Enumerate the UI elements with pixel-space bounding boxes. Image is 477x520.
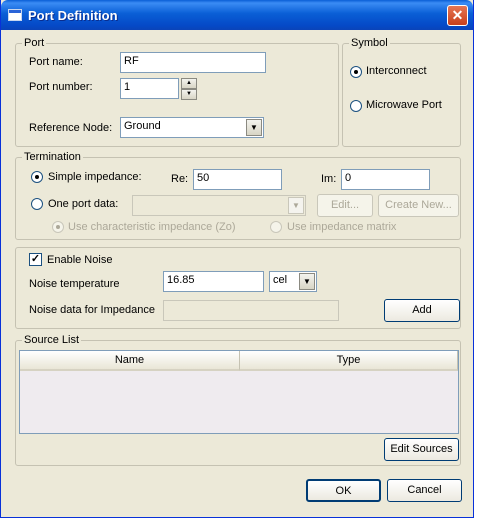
port-definition-dialog: Port Definition ✕ Port Port name: RF Por… [0,0,474,518]
window-icon [8,9,22,21]
close-button[interactable]: ✕ [447,5,468,26]
enable-noise-checkbox[interactable]: ✓ [29,253,42,266]
one-port-data-label[interactable]: One port data: [48,198,118,210]
column-header-name[interactable]: Name [20,351,240,371]
chevron-down-icon[interactable]: ▼ [246,119,262,136]
port-number-spin-up[interactable]: ▲ [181,78,197,89]
noise-temperature-label: Noise temperature [29,278,120,290]
symbol-group-legend: Symbol [349,37,390,49]
port-number-input[interactable]: 1 [120,78,179,99]
source-list-legend: Source List [22,334,82,346]
one-port-data-select[interactable]: ▼ [132,195,306,216]
noise-temperature-input[interactable]: 16.85 [163,271,264,292]
source-list-table[interactable]: Name Type [19,350,459,434]
chevron-down-icon[interactable]: ▼ [288,197,304,214]
noise-unit-select[interactable]: cel ▼ [269,271,317,292]
re-input[interactable]: 50 [193,169,282,190]
column-header-type[interactable]: Type [240,351,458,371]
port-name-input[interactable]: RF [120,52,266,73]
use-characteristic-impedance-label[interactable]: Use characteristic impedance (Zo) [68,221,236,233]
window-title: Port Definition [28,8,118,23]
cancel-button[interactable]: Cancel [387,479,462,502]
termination-group-legend: Termination [22,151,83,163]
interconnect-label[interactable]: Interconnect [366,65,427,77]
add-button[interactable]: Add [384,299,460,322]
edit-sources-button[interactable]: Edit Sources [384,438,459,461]
simple-impedance-radio[interactable] [31,171,43,183]
use-impedance-matrix-radio[interactable] [270,221,282,233]
use-characteristic-impedance-radio[interactable] [52,221,64,233]
reference-node-label: Reference Node: [29,122,113,134]
microwave-port-radio[interactable] [350,100,362,112]
title-bar[interactable]: Port Definition ✕ [1,0,473,30]
im-label: Im: [321,173,337,185]
reference-node-value: Ground [124,120,161,132]
interconnect-radio[interactable] [350,66,362,78]
noise-data-label: Noise data for Impedance [29,304,155,316]
microwave-port-label[interactable]: Microwave Port [366,99,442,111]
port-number-label: Port number: [29,81,93,93]
use-impedance-matrix-label[interactable]: Use impedance matrix [287,221,396,233]
noise-unit-value: cel [273,274,288,286]
port-name-label: Port name: [29,56,83,68]
simple-impedance-label[interactable]: Simple impedance: [48,171,142,183]
port-group: Port Port name: RF Port number: 1 ▲ ▼ Re… [15,37,339,147]
termination-group: Termination Simple impedance: Re: 50 Im:… [15,151,461,240]
edit-button[interactable]: Edit... [317,194,373,217]
ok-button[interactable]: OK [306,479,381,502]
symbol-group: Symbol Interconnect Microwave Port [342,37,461,147]
reference-node-select[interactable]: Ground ▼ [120,117,264,138]
chevron-down-icon[interactable]: ▼ [299,273,315,290]
create-new-button[interactable]: Create New... [378,194,459,217]
source-list-group: Source List Name Type Edit Sources [15,334,461,466]
noise-group: ✓ Enable Noise Noise temperature 16.85 c… [15,247,461,329]
port-group-legend: Port [22,37,47,49]
one-port-data-radio[interactable] [31,198,43,210]
im-input[interactable]: 0 [341,169,430,190]
noise-data-input[interactable] [163,300,339,321]
port-number-spin-down[interactable]: ▼ [181,89,197,100]
enable-noise-label[interactable]: Enable Noise [47,254,112,266]
re-label: Re: [171,173,189,185]
